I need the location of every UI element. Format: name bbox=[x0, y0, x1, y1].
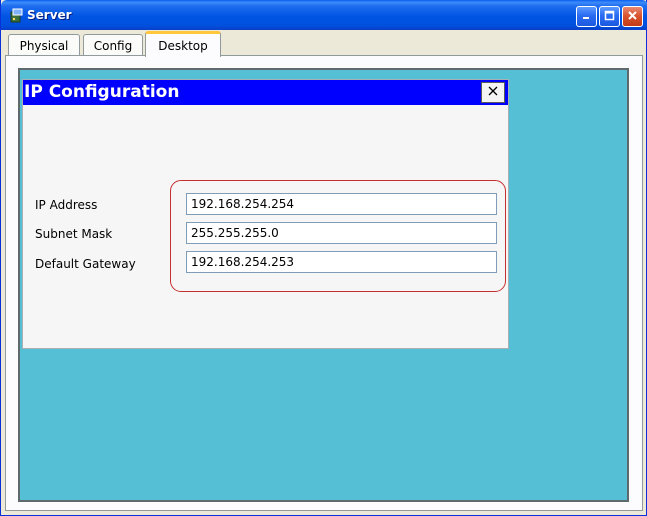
default-gateway-input[interactable] bbox=[186, 251, 497, 273]
ip-address-label: IP Address bbox=[35, 198, 98, 212]
maximize-icon bbox=[604, 10, 615, 24]
minimize-icon bbox=[581, 10, 592, 24]
tab-config[interactable]: Config bbox=[83, 34, 143, 56]
close-button[interactable] bbox=[622, 6, 643, 27]
server-app-icon bbox=[8, 7, 24, 23]
tab-desktop[interactable]: Desktop bbox=[145, 31, 221, 57]
ip-configuration-title: IP Configuration bbox=[24, 82, 180, 102]
close-x-icon bbox=[487, 85, 499, 100]
ip-configuration-header: IP Configuration bbox=[23, 80, 508, 105]
ip-configuration-panel: IP Configuration IP Address Subnet Mask … bbox=[22, 79, 509, 349]
tab-physical[interactable]: Physical bbox=[8, 34, 80, 56]
title-bar[interactable]: Server bbox=[1, 0, 647, 30]
subnet-mask-label: Subnet Mask bbox=[35, 227, 113, 241]
window-title: Server bbox=[27, 8, 72, 22]
ip-address-input[interactable] bbox=[186, 193, 497, 215]
maximize-button[interactable] bbox=[599, 6, 620, 27]
minimize-button[interactable] bbox=[576, 6, 597, 27]
tab-bar: Physical Config Desktop bbox=[1, 30, 647, 57]
close-icon bbox=[627, 10, 638, 24]
subnet-mask-input[interactable] bbox=[186, 222, 497, 244]
default-gateway-label: Default Gateway bbox=[35, 257, 136, 271]
server-window: Server Physical Config Desktop IP Config… bbox=[0, 0, 647, 516]
ip-configuration-close-button[interactable] bbox=[481, 82, 505, 103]
